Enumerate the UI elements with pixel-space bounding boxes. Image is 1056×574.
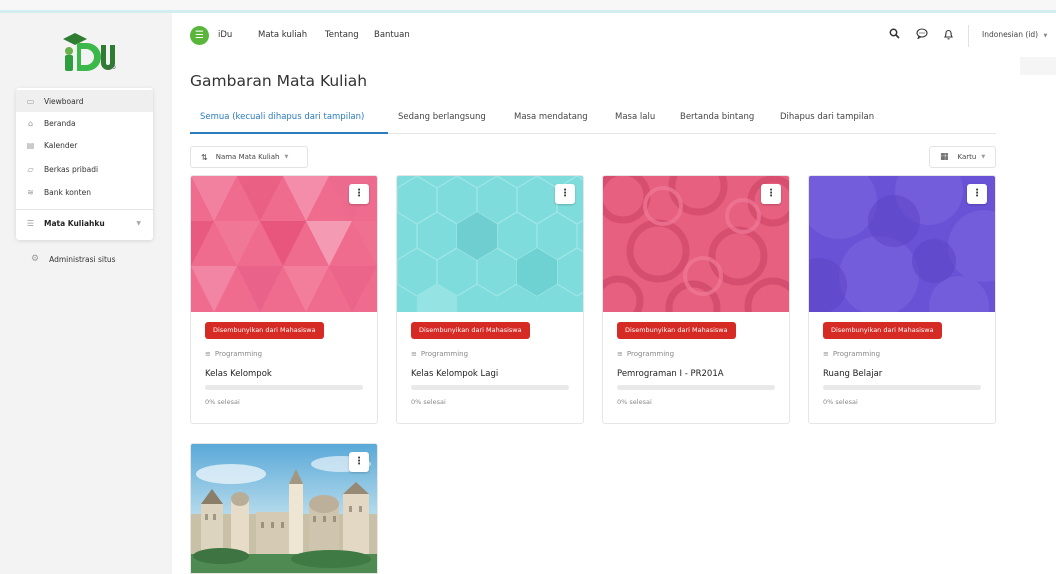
view-label: Kartu <box>957 153 977 161</box>
sort-label: Nama Mata Kuliah <box>215 153 280 161</box>
language-selector[interactable]: Indonesian (id) ▼ <box>982 30 1047 39</box>
course-name[interactable]: Ruang Belajar <box>823 369 882 379</box>
database-icon: ≋ <box>27 187 34 197</box>
home-icon: ⌂ <box>27 118 34 128</box>
course-name[interactable]: Kelas Kelompok <box>205 369 272 379</box>
chevron-down-icon: ▼ <box>1043 33 1048 39</box>
chevron-down-icon: ▼ <box>284 154 289 160</box>
progress-text: 0% selesai <box>205 398 240 406</box>
nav-link-bantuan[interactable]: Bantuan <box>374 30 410 40</box>
progress-bar <box>205 385 363 390</box>
language-label: Indonesian (id) <box>982 30 1039 39</box>
course-card[interactable]: ⋮ <box>190 443 378 574</box>
sidebar-nav: ▭ Viewboard ⌂ Beranda ▤ Kalender ▱ Berka… <box>16 88 153 240</box>
course-menu-button[interactable]: ⋮ <box>349 184 369 204</box>
calendar-icon: ▤ <box>26 140 35 150</box>
course-card[interactable]: ⋮ Disembunyikan dari Mahasiswa ≡ Programm… <box>396 175 584 424</box>
logo[interactable]: 2.0 <box>55 29 121 75</box>
folder-icon: ▱ <box>27 164 34 174</box>
course-category-label: Programming <box>832 350 881 358</box>
course-category-label: Programming <box>420 350 469 358</box>
sidebar: 2.0 ▭ Viewboard ⌂ Beranda ▤ Kalender ▱ B… <box>0 13 172 574</box>
sidebar-item-label: Administrasi situs <box>49 254 116 264</box>
gear-icon: ⚙ <box>31 254 40 264</box>
sidebar-item-label: Kalender <box>44 140 78 150</box>
status-badge: Disembunyikan dari Mahasiswa <box>411 322 530 339</box>
sidebar-item-berkas-pribadi[interactable]: ▱ Berkas pribadi <box>16 158 153 180</box>
sidebar-item-label: Berkas pribadi <box>44 164 99 174</box>
header-divider <box>968 25 969 47</box>
sort-icon: ⇅ <box>201 152 208 162</box>
sidebar-divider <box>16 209 153 210</box>
page-title: Gambaran Mata Kuliah <box>190 72 368 90</box>
sidebar-item-label: Viewboard <box>44 96 84 106</box>
language-dropdown-tab <box>1020 57 1056 75</box>
course-category-label: Programming <box>214 350 263 358</box>
bell-icon[interactable] <box>943 28 954 43</box>
sidebar-item-label: Bank konten <box>44 187 91 197</box>
course-menu-button[interactable]: ⋮ <box>967 184 987 204</box>
top-stripe <box>0 0 1056 13</box>
course-category-label: Programming <box>626 350 675 358</box>
status-badge: Disembunyikan dari Mahasiswa <box>205 322 324 339</box>
menu-icon: ☰ <box>195 30 204 41</box>
search-icon[interactable] <box>889 28 900 42</box>
sidebar-item-kalender[interactable]: ▤ Kalender <box>16 134 153 156</box>
course-category: ≡ Programming <box>823 350 880 358</box>
sidebar-item-label: Mata Kuliahku <box>44 218 105 228</box>
nav-link-idu[interactable]: iDu <box>218 30 232 40</box>
category-icon: ≡ <box>411 350 417 358</box>
view-dropdown[interactable]: ▦ Kartu ▼ <box>929 146 996 168</box>
menu-toggle-button[interactable]: ☰ <box>190 26 209 45</box>
list-icon: ☰ <box>26 218 35 228</box>
tab-masa-mendatang[interactable]: Masa mendatang <box>514 112 588 122</box>
course-name[interactable]: Pemrograman I - PR201A <box>617 369 724 379</box>
course-card[interactable]: ⋮ Disembunyikan dari Mahasiswa ≡ Programm… <box>190 175 378 424</box>
sidebar-item-beranda[interactable]: ⌂ Beranda <box>16 112 153 134</box>
status-badge: Disembunyikan dari Mahasiswa <box>617 322 736 339</box>
course-category: ≡ Programming <box>617 350 674 358</box>
progress-bar <box>823 385 981 390</box>
course-category: ≡ Programming <box>411 350 468 358</box>
category-icon: ≡ <box>823 350 829 358</box>
nav-link-mata-kuliah[interactable]: Mata kuliah <box>258 30 307 40</box>
course-card[interactable]: ⋮ Disembunyikan dari Mahasiswa ≡ Programm… <box>602 175 790 424</box>
message-icon[interactable] <box>916 28 928 42</box>
progress-bar <box>411 385 569 390</box>
sidebar-item-label: Beranda <box>44 118 76 128</box>
tab-bertanda-bintang[interactable]: Bertanda bintang <box>680 112 754 122</box>
sidebar-item-bank-konten[interactable]: ≋ Bank konten <box>16 181 153 203</box>
progress-bar <box>617 385 775 390</box>
sidebar-item-viewboard[interactable]: ▭ Viewboard <box>16 90 153 112</box>
course-card[interactable]: ⋮ Disembunyikan dari Mahasiswa ≡ Programm… <box>808 175 996 424</box>
course-filter-tabs: Semua (kecuali dihapus dari tampilan) Se… <box>190 104 996 134</box>
chevron-down-icon: ▼ <box>981 154 986 160</box>
progress-text: 0% selesai <box>411 398 446 406</box>
nav-link-tentang[interactable]: Tentang <box>325 30 359 40</box>
course-menu-button[interactable]: ⋮ <box>349 452 369 472</box>
active-tab-indicator <box>190 132 388 134</box>
course-menu-button[interactable]: ⋮ <box>761 184 781 204</box>
course-menu-button[interactable]: ⋮ <box>555 184 575 204</box>
category-icon: ≡ <box>205 350 211 358</box>
tab-sedang-berlangsung[interactable]: Sedang berlangsung <box>398 112 486 122</box>
sidebar-item-administrasi-situs[interactable]: ⚙ Administrasi situs <box>31 254 116 264</box>
logo-version: 2.0 <box>107 65 116 71</box>
sort-dropdown[interactable]: ⇅ Nama Mata Kuliah ▼ <box>190 146 308 168</box>
top-navbar: ☰ iDu Mata kuliah Tentang Bantuan Indone… <box>172 13 1056 57</box>
sidebar-item-mata-kuliahku[interactable]: ☰ Mata Kuliahku ▼ <box>16 212 153 234</box>
tab-masa-lalu[interactable]: Masa lalu <box>615 112 655 122</box>
course-category: ≡ Programming <box>205 350 262 358</box>
tab-dihapus-dari-tampilan[interactable]: Dihapus dari tampilan <box>780 112 874 122</box>
category-icon: ≡ <box>617 350 623 358</box>
progress-text: 0% selesai <box>617 398 652 406</box>
progress-text: 0% selesai <box>823 398 858 406</box>
grid-icon: ▦ <box>940 152 949 162</box>
chevron-down-icon: ▼ <box>136 219 141 227</box>
viewboard-icon: ▭ <box>26 96 35 106</box>
tab-semua[interactable]: Semua (kecuali dihapus dari tampilan) <box>200 112 364 122</box>
status-badge: Disembunyikan dari Mahasiswa <box>823 322 942 339</box>
course-name[interactable]: Kelas Kelompok Lagi <box>411 369 498 379</box>
